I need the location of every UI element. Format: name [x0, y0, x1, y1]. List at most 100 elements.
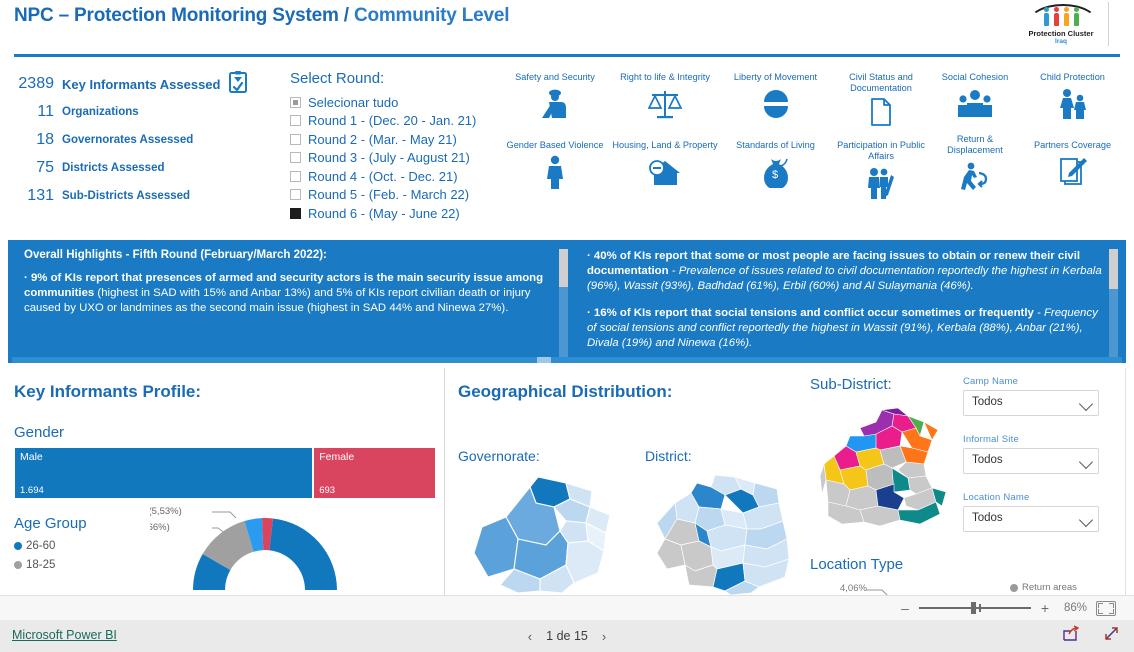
- logo-arc-icon: [1022, 2, 1100, 28]
- camp-name-dropdown[interactable]: Todos: [963, 390, 1099, 416]
- highlights-right-scrollbar[interactable]: [1109, 249, 1118, 361]
- chevron-down-icon[interactable]: [1078, 512, 1094, 528]
- theme-standards-of-living[interactable]: Standards of Living $: [723, 140, 828, 191]
- kpi-value: 11: [37, 103, 54, 120]
- theme-civil-status[interactable]: Civil Status and Documentation: [831, 72, 931, 131]
- slicer-item-round-5[interactable]: Round 5 - (Feb. - March 22): [290, 186, 505, 205]
- governorate-choropleth-map[interactable]: [470, 473, 620, 595]
- gender-chart-title: Gender: [14, 424, 65, 441]
- slicer-item-label: Round 6 - (May - June 22): [308, 205, 460, 221]
- report-header: NPC – Protection Monitoring System / Com…: [0, 0, 1134, 57]
- geo-title: Geographical Distribution:: [458, 382, 673, 401]
- district-choropleth-map[interactable]: [655, 473, 800, 595]
- treemap-cell-male[interactable]: Male 1.694: [14, 447, 314, 499]
- chevron-left-icon[interactable]: ‹: [528, 629, 532, 644]
- theme-housing-land-property[interactable]: Housing, Land & Property: [610, 140, 720, 191]
- slicer-item-label: Round 5 - (Feb. - March 22): [308, 187, 470, 203]
- checkbox-icon[interactable]: [290, 189, 301, 201]
- theme-gender-based-violence[interactable]: Gender Based Violence: [505, 140, 605, 191]
- zoom-percent-label: 86%: [1063, 602, 1087, 614]
- slicer-item-round-1[interactable]: Round 1 - (Dec. 20 - Jan. 21): [290, 112, 505, 131]
- kpi-organizations: 11 Organizations: [10, 98, 280, 126]
- theme-child-protection[interactable]: Child Protection: [1020, 72, 1125, 123]
- kpi-label: Organizations: [62, 106, 139, 118]
- scales-icon: [610, 85, 720, 123]
- theme-safety-and-security[interactable]: Safety and Security: [505, 72, 605, 123]
- theme-label: Right to life & Integrity: [620, 72, 710, 82]
- zoom-slider-thumb[interactable]: [971, 602, 976, 614]
- kpi-label: Governorates Assessed: [62, 134, 194, 146]
- chevron-down-icon[interactable]: [1078, 396, 1094, 412]
- slicer-item-round-2[interactable]: Round 2 - (Mar. - May 21): [290, 130, 505, 149]
- page-indicator: 1 de 15: [546, 629, 588, 643]
- theme-liberty-of-movement[interactable]: Liberty of Movement: [723, 72, 828, 123]
- page-title-main: NPC – Protection Monitoring System: [14, 5, 339, 26]
- kpi-label: Districts Assessed: [62, 162, 165, 174]
- slicer-item-select-all[interactable]: Selecionar tudo: [290, 93, 505, 112]
- house-minus-icon: [610, 153, 720, 191]
- slicer-item-round-4[interactable]: Round 4 - (Oct. - Dec. 21): [290, 167, 505, 186]
- fullscreen-icon[interactable]: [1103, 625, 1120, 647]
- location-name-dropdown[interactable]: Todos: [963, 506, 1099, 532]
- pencil-form-icon: [1020, 153, 1125, 191]
- fit-to-page-icon[interactable]: [1096, 600, 1116, 616]
- walking-return-icon: [930, 158, 1020, 196]
- checkbox-icon[interactable]: [290, 170, 301, 182]
- header-divider: [1108, 2, 1109, 46]
- theme-partners-coverage[interactable]: Partners Coverage: [1020, 140, 1125, 191]
- legend-swatch-icon: [14, 560, 22, 569]
- theme-return-displacement[interactable]: Return & Displacement: [930, 134, 1020, 196]
- donut-callout-1: 132 (5,53%): [150, 506, 182, 517]
- location-type-title: Location Type: [810, 556, 904, 573]
- highlights-left-panel: Overall Highlights - Fifth Round (Februa…: [12, 243, 573, 359]
- theme-label: Child Protection: [1040, 72, 1105, 82]
- age-group-donut-chart[interactable]: 132 (5,53%) 207 (8,66%): [150, 498, 380, 598]
- theme-label: Partners Coverage: [1033, 140, 1112, 150]
- kpi-subdistricts: 131 Sub-Districts Assessed: [10, 182, 280, 210]
- share-icon[interactable]: [1062, 625, 1080, 647]
- theme-right-to-life[interactable]: Right to life & Integrity: [610, 72, 720, 123]
- informal-site-dropdown[interactable]: Todos: [963, 448, 1099, 474]
- theme-label: Civil Status and Documentation: [849, 72, 913, 93]
- checkbox-icon[interactable]: [290, 115, 301, 127]
- theme-label: Housing, Land & Property: [612, 140, 718, 150]
- treemap-label: Female: [319, 451, 355, 463]
- checkbox-icon[interactable]: [290, 133, 301, 145]
- kpi-value: 2389: [18, 75, 54, 92]
- donut-callout-2: 207 (8,66%): [150, 522, 170, 533]
- round-slicer: Select Round: Selecionar tudo Round 1 - …: [290, 70, 505, 223]
- money-bag-icon: $: [723, 153, 828, 191]
- kpi-value: 75: [36, 159, 54, 176]
- theme-label: Safety and Security: [515, 72, 595, 82]
- dropdown-value: Todos: [972, 512, 1003, 524]
- highlights-right-text-2: · 16% of KIs report that social tensions…: [587, 306, 1108, 352]
- filter-camp-name: Camp Name Todos: [963, 376, 1103, 416]
- checkbox-checked-icon[interactable]: [290, 207, 301, 219]
- dropdown-value: Todos: [972, 396, 1003, 408]
- page-title: NPC – Protection Monitoring System / Com…: [14, 5, 510, 27]
- theme-participation-public-affairs[interactable]: Participation in Public Affairs: [831, 140, 931, 202]
- checkbox-icon[interactable]: [290, 152, 301, 164]
- treemap-cell-female[interactable]: Female 693: [313, 447, 436, 499]
- gender-treemap[interactable]: Male 1.694 Female 693: [14, 447, 436, 499]
- subdistrict-map-label: Sub-District:: [810, 376, 892, 393]
- highlights-left-scrollbar[interactable]: [559, 249, 568, 361]
- svg-text:$: $: [772, 169, 778, 181]
- district-map-label: District:: [645, 448, 692, 464]
- chevron-down-icon[interactable]: [1078, 454, 1094, 470]
- banner-horizontal-scrollbar[interactable]: [12, 357, 1122, 363]
- zoom-slider[interactable]: [919, 601, 1031, 615]
- slicer-item-label: Round 2 - (Mar. - May 21): [308, 131, 457, 147]
- theme-social-cohesion[interactable]: Social Cohesion: [930, 72, 1020, 123]
- slicer-item-round-3[interactable]: Round 3 - (July - August 21): [290, 149, 505, 168]
- location-type-legend-item[interactable]: Return areas: [1010, 582, 1077, 593]
- chevron-right-icon[interactable]: ›: [602, 629, 606, 644]
- slicer-item-round-6[interactable]: Round 6 - (May - June 22): [290, 204, 505, 223]
- checkbox-partial-icon[interactable]: [290, 96, 301, 108]
- zoom-out-button[interactable]: –: [900, 600, 910, 616]
- subdistrict-choropleth-map[interactable]: [820, 406, 960, 526]
- legend-label: 18-25: [26, 558, 56, 571]
- legend-swatch-icon: [14, 541, 22, 550]
- theme-label: Participation in Public Affairs: [837, 140, 925, 161]
- zoom-in-button[interactable]: +: [1040, 600, 1050, 616]
